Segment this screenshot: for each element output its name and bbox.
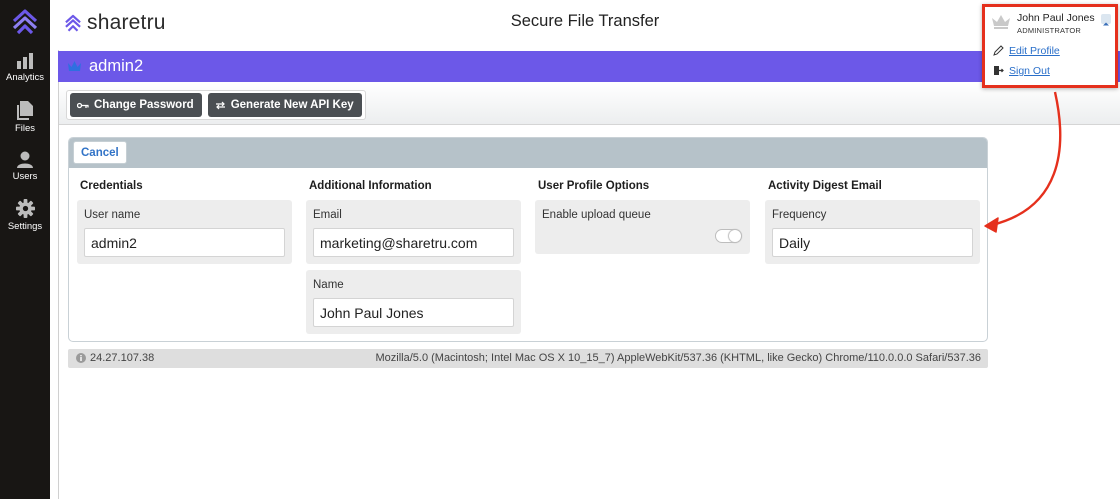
file-icon [17, 101, 33, 120]
user-agent: Mozilla/5.0 (Macintosh; Intel Mac OS X 1… [375, 352, 981, 364]
username-label: User name [84, 209, 141, 221]
activity-digest-heading: Activity Digest Email [768, 180, 882, 192]
change-password-button[interactable]: Change Password [70, 93, 202, 117]
swap-arrows-icon [215, 101, 225, 109]
email-input[interactable]: marketing@sharetru.com [313, 228, 514, 257]
username-card: User name admin2 [77, 200, 292, 264]
sign-out-icon [994, 66, 1004, 75]
upload-queue-label: Enable upload queue [542, 209, 651, 221]
frequency-select[interactable]: Daily [772, 228, 973, 257]
email-card: Email marketing@sharetru.com [306, 200, 521, 264]
brand-logo[interactable]: sharetru [64, 10, 166, 36]
left-nav: Analytics Files Users Settings [0, 0, 50, 499]
additional-info-heading: Additional Information [309, 180, 432, 192]
nav-item-users[interactable]: Users [0, 151, 50, 182]
nav-label-analytics: Analytics [5, 72, 44, 83]
sign-out-link[interactable]: Sign Out [1009, 65, 1050, 77]
session-info-bar: 24.27.107.38 Mozilla/5.0 (Macintosh; Int… [68, 349, 988, 368]
nav-item-files[interactable]: Files [0, 101, 50, 134]
change-password-label: Change Password [94, 99, 194, 111]
profile-options-heading: User Profile Options [538, 180, 650, 192]
user-form-panel: Cancel Credentials Additional Informatio… [68, 137, 988, 342]
nav-item-settings[interactable]: Settings [0, 199, 50, 232]
user-title: admin2 [89, 57, 144, 75]
key-icon [77, 102, 89, 108]
sharetru-logo-icon [65, 14, 81, 32]
cancel-button[interactable]: Cancel [73, 141, 127, 164]
gear-icon [15, 199, 35, 218]
edit-profile-link[interactable]: Edit Profile [1009, 45, 1060, 57]
generate-api-key-label: Generate New API Key [230, 99, 354, 111]
brand-name: sharetru [87, 11, 166, 34]
name-input[interactable]: John Paul Jones [313, 298, 514, 327]
nav-label-files: Files [14, 123, 36, 134]
crown-avatar-icon [992, 15, 1010, 29]
pencil-icon [993, 45, 1004, 56]
nav-label-users: Users [12, 171, 38, 182]
crown-icon [68, 61, 81, 71]
upload-queue-card: Enable upload queue [535, 200, 750, 254]
credentials-heading: Credentials [80, 180, 143, 192]
panel-header: Cancel [69, 138, 987, 168]
frequency-label: Frequency [772, 209, 827, 221]
user-icon [17, 151, 33, 168]
email-label: Email [313, 209, 342, 221]
toolbar-button-group: Change Password Generate New API Key [66, 90, 366, 120]
bar-chart-icon [17, 53, 33, 69]
profile-menu-header[interactable]: John Paul Jones ADMINISTRATOR [985, 7, 1115, 37]
sharetru-logo-icon[interactable] [11, 8, 39, 36]
profile-dropdown: John Paul Jones ADMINISTRATOR Edit Profi… [982, 4, 1118, 88]
profile-role: ADMINISTRATOR [1017, 26, 1081, 35]
ip-address: 24.27.107.38 [90, 352, 155, 364]
name-label: Name [313, 279, 344, 291]
info-icon [76, 353, 86, 363]
toolbar: Change Password Generate New API Key [59, 83, 1120, 125]
username-input[interactable]: admin2 [84, 228, 285, 257]
upload-queue-toggle[interactable] [715, 229, 742, 243]
nav-item-analytics[interactable]: Analytics [0, 53, 50, 83]
frequency-card: Frequency Daily [765, 200, 980, 264]
page-title: Secure File Transfer [510, 12, 660, 30]
nav-label-settings: Settings [7, 221, 43, 232]
name-card: Name John Paul Jones [306, 270, 521, 334]
chevron-up-icon[interactable] [1101, 14, 1111, 26]
user-title-bar: admin2 [58, 51, 1120, 82]
profile-name: John Paul Jones [1017, 12, 1095, 24]
generate-api-key-button[interactable]: Generate New API Key [207, 93, 362, 117]
